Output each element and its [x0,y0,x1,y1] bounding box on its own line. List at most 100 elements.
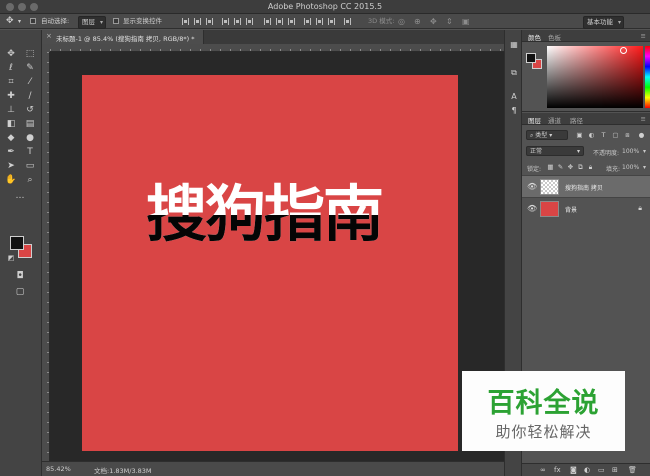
canvas-text-layer[interactable]: 搜狗指南 搜狗指南 [146,179,384,251]
lock-all-icon[interactable]: 🔒︎ [587,164,594,171]
panel-menu-icon[interactable]: ≡ [641,32,646,40]
hue-slider[interactable] [645,46,650,108]
default-colors-icon[interactable]: ◩ [5,252,17,264]
new-adjustment-layer-icon[interactable]: ◐ [584,466,590,474]
distribute-top-icon[interactable] [264,18,271,25]
clone-stamp-tool-icon[interactable]: ⊥ [5,104,17,116]
fill-value[interactable]: 100% [622,164,639,171]
eraser-tool-icon[interactable]: ◧ [5,118,17,130]
blur-tool-icon[interactable]: ◆ [5,132,17,144]
crop-tool-icon[interactable]: ⌗ [5,76,17,88]
add-mask-icon[interactable]: ◙ [570,466,577,474]
document-size-info[interactable]: 文档:1.83M/3.83M [94,465,152,475]
align-bottom-icon[interactable] [206,18,213,25]
tab-paths[interactable]: 路径 [570,115,583,125]
tab-channels[interactable]: 通道 [548,115,561,125]
document-tab[interactable]: × 未标题-1 @ 85.4% (搜狗指南 拷贝, RGB/8*) * [42,30,204,44]
marquee-tool-icon[interactable]: ⬚ [24,48,36,60]
color-panel-foreground-swatch[interactable] [526,53,536,63]
distribute-left-icon[interactable] [304,18,311,25]
tab-swatches[interactable]: 色板 [548,32,561,42]
filter-smart-object-icon[interactable]: ⧈ [624,132,631,139]
layer-row-background[interactable]: 👁︎ 背景 🔒︎ [522,197,650,219]
align-left-icon[interactable] [222,18,229,25]
gradient-tool-icon[interactable]: ▤ [24,118,36,130]
filter-adjustment-icon[interactable]: ◐ [588,132,595,139]
layer-name[interactable]: 背景 [565,205,577,214]
filter-type-icon[interactable]: T [600,132,607,139]
delete-layer-icon[interactable]: 🗑︎ [628,466,637,474]
lock-position-icon[interactable]: ✥ [567,164,574,171]
brush-tool-icon[interactable]: ∕ [24,90,36,102]
panel-menu-icon[interactable]: ≡ [641,115,646,123]
lock-pixels-icon[interactable]: ✎ [557,164,564,171]
align-top-icon[interactable] [182,18,189,25]
3d-scale-icon[interactable]: ▣ [462,16,470,27]
close-tab-icon[interactable]: × [46,32,52,40]
move-tool-icon[interactable]: ✥ [6,16,14,27]
visibility-eye-icon[interactable]: 👁︎ [527,204,537,213]
color-picker-cursor[interactable] [620,47,627,54]
opacity-chevron-icon[interactable]: ▾ [643,148,646,155]
layer-row-text-copy[interactable]: 👁︎ 搜狗指南 拷贝 [522,175,650,197]
lasso-tool-icon[interactable]: ℓ [5,62,17,74]
history-panel-icon[interactable]: ▦ [509,40,519,50]
show-transform-checkbox[interactable] [113,16,121,27]
lock-transparent-icon[interactable]: ▦ [547,164,554,171]
workspace-dropdown[interactable]: 基本功能 [583,16,624,29]
hand-tool-icon[interactable]: ✋ [5,174,17,186]
tool-preset-chevron-icon[interactable]: ▾ [18,16,21,27]
auto-select-dropdown[interactable]: 图层 [78,16,106,29]
opacity-value[interactable]: 100% [622,148,639,155]
3d-slide-icon[interactable]: ⇕ [446,16,453,27]
properties-panel-icon[interactable]: ⧉ [509,68,519,78]
color-spectrum-field[interactable] [547,46,643,108]
foreground-color-swatch[interactable] [10,236,24,250]
tab-layers[interactable]: 图层 [528,115,541,125]
character-panel-icon[interactable]: A [509,92,519,102]
filter-toggle-icon[interactable]: ● [638,132,645,139]
filter-pixel-icon[interactable]: ▣ [576,132,583,139]
type-tool-icon[interactable]: T [24,146,36,158]
new-layer-icon[interactable]: ⊞ [612,466,618,474]
horizontal-ruler[interactable] [50,44,504,52]
3d-orbit-icon[interactable]: ◎ [398,16,405,27]
zoom-level[interactable]: 85.42% [46,465,71,473]
auto-select-checkbox[interactable] [30,16,38,27]
blend-mode-dropdown[interactable]: 正常 ▾ [526,146,584,156]
healing-brush-tool-icon[interactable]: ✚ [5,90,17,102]
link-layers-icon[interactable]: ∞ [540,466,546,474]
more-tools-icon[interactable]: … [14,190,26,202]
quick-select-tool-icon[interactable]: ✎ [24,62,36,74]
filter-shape-icon[interactable]: ▢ [612,132,619,139]
quick-mask-icon[interactable]: ◘ [14,270,26,282]
layer-name[interactable]: 搜狗指南 拷贝 [565,183,603,192]
new-group-icon[interactable]: ▭ [598,466,605,474]
auto-align-icon[interactable] [344,18,351,25]
distribute-bottom-icon[interactable] [288,18,295,25]
fill-chevron-icon[interactable]: ▾ [643,164,646,171]
path-select-tool-icon[interactable]: ➤ [5,160,17,172]
lock-artboard-icon[interactable]: ⧉ [577,164,584,171]
canvas[interactable]: 搜狗指南 搜狗指南 [82,75,458,451]
layer-style-icon[interactable]: fx [554,466,561,474]
distribute-right-icon[interactable] [328,18,335,25]
distribute-hcenter-icon[interactable] [316,18,323,25]
history-brush-tool-icon[interactable]: ↺ [24,104,36,116]
align-hcenter-icon[interactable] [234,18,241,25]
3d-roll-icon[interactable]: ⊕ [414,16,421,27]
align-right-icon[interactable] [246,18,253,25]
3d-pan-icon[interactable]: ✥ [430,16,437,27]
dodge-tool-icon[interactable]: ● [24,132,36,144]
vertical-ruler[interactable] [42,52,50,461]
document-workspace[interactable]: 搜狗指南 搜狗指南 [50,52,504,461]
zoom-tool-icon[interactable]: ⌕ [24,174,36,186]
rectangle-tool-icon[interactable]: ▭ [24,160,36,172]
screen-mode-icon[interactable]: ▢ [14,286,26,298]
layer-filter-dropdown[interactable]: ⌕ 类型 ▾ [526,130,568,140]
align-vcenter-icon[interactable] [194,18,201,25]
tab-color[interactable]: 颜色 [528,32,541,42]
visibility-eye-icon[interactable]: 👁︎ [527,182,537,191]
distribute-vcenter-icon[interactable] [276,18,283,25]
eyedropper-tool-icon[interactable]: ⁄ [24,76,36,88]
